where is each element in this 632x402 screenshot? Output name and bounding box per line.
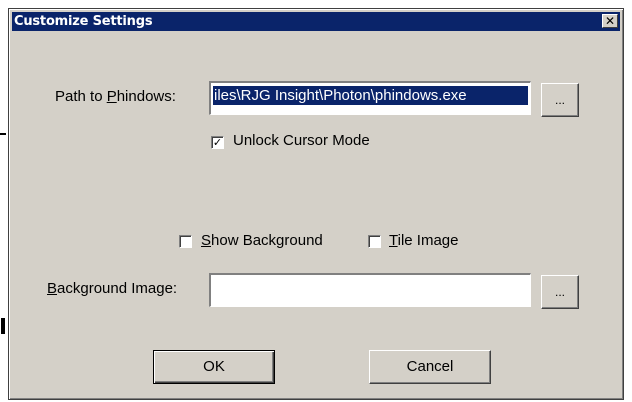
ok-button[interactable]: OK bbox=[153, 350, 275, 384]
unlock-cursor-label: Unlock Cursor Mode bbox=[233, 132, 370, 149]
background-line-mark bbox=[0, 133, 6, 135]
background-image-label: Background Image: bbox=[47, 280, 178, 297]
show-background-label: Show Background bbox=[201, 232, 323, 249]
close-button[interactable]: ✕ bbox=[602, 14, 618, 28]
browse-background-button[interactable]: ... bbox=[541, 275, 579, 309]
window-title: Customize Settings bbox=[14, 14, 153, 29]
browse-phindows-button[interactable]: ... bbox=[541, 83, 579, 117]
unlock-cursor-checkbox[interactable]: ✓ bbox=[211, 136, 224, 149]
cancel-button[interactable]: Cancel bbox=[369, 350, 491, 384]
show-background-checkbox[interactable] bbox=[179, 235, 192, 248]
close-icon: ✕ bbox=[604, 14, 616, 28]
background-bar-mark bbox=[1, 318, 5, 334]
tile-image-label: Tile Image bbox=[389, 232, 459, 249]
checkmark-icon: ✓ bbox=[212, 136, 223, 149]
path-to-phindows-label: Path to Phindows: bbox=[55, 88, 176, 105]
customize-settings-dialog: Customize Settings ✕ Path to Phindows: i… bbox=[8, 8, 624, 400]
background-image-input[interactable] bbox=[209, 273, 531, 307]
path-to-phindows-input[interactable]: iles\RJG Insight\Photon\phindows.exe bbox=[209, 81, 531, 115]
title-bar[interactable]: Customize Settings ✕ bbox=[12, 12, 620, 31]
path-selected-text: iles\RJG Insight\Photon\phindows.exe bbox=[213, 86, 528, 105]
tile-image-checkbox[interactable] bbox=[368, 235, 381, 248]
